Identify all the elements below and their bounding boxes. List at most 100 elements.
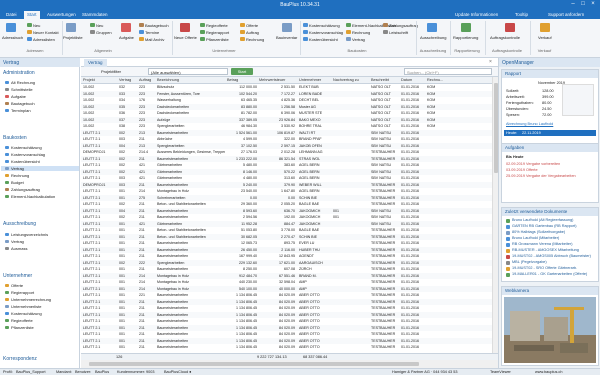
sidebar-item-leistungsverzeichnis[interactable]: Leistungsverzeichnis	[5, 232, 48, 237]
sidebar-item-rechnung[interactable]: Rechnung	[5, 173, 29, 178]
adressbuch-button[interactable]: Adressbuch	[2, 35, 23, 40]
recent-document-item[interactable]: RB Grossmann Verena (Mitarbeiter)	[512, 242, 573, 246]
sidebar-item-terminplan[interactable]: Terminplan	[5, 108, 31, 113]
sidebar-item-regierapport[interactable]: Regierapport	[5, 290, 34, 295]
termine-button[interactable]: Termine	[145, 30, 159, 35]
groups-button[interactable]: Gruppen	[96, 30, 112, 35]
column-header[interactable]: Projekt	[83, 77, 95, 84]
rechnung-baukosten-menu[interactable]: Rechnung	[352, 30, 370, 35]
regieofferte-button[interactable]: Regieofferte	[206, 23, 228, 28]
hscroll-thumb[interactable]	[89, 362, 419, 366]
column-header[interactable]: Beschreibt	[371, 77, 389, 84]
new-contact-button[interactable]: Neuer Kontakt	[33, 30, 59, 35]
vertrag-button[interactable]: Vertrag	[352, 37, 365, 42]
sidebar-item-vertrag-ausschreibung[interactable]: Vertrag	[5, 239, 24, 244]
verkauf-menu[interactable]: Verkauf	[538, 35, 552, 40]
column-header[interactable]: Nachvertrag zu	[333, 77, 359, 84]
pflanzenliste-button[interactable]: Pflanzenliste	[206, 37, 229, 42]
sidebar-section-ausschreibung[interactable]: Ausschreibung	[3, 221, 36, 227]
recent-document-item[interactable]: 80% Halbtags (Sollzeitvorgabe)	[512, 230, 565, 234]
update-info-link[interactable]: Update Informationen	[455, 12, 498, 17]
mail-archiv-button[interactable]: Mail Archiv	[145, 37, 164, 42]
column-header[interactable]: Mehrwertsteuer	[259, 77, 285, 84]
support-request-link[interactable]: Support anfordern	[548, 12, 584, 17]
horizontal-scrollbar[interactable]	[81, 360, 498, 368]
sidebar-item-kostenuebersicht[interactable]: Kostenübersicht	[5, 159, 40, 164]
rapportierung-menu[interactable]: Rapportierung	[453, 35, 478, 40]
cloud-status[interactable]: BauPlusCloud ●	[164, 370, 191, 374]
recent-document-item[interactable]: GARTEN RB Gartenbau (RB Rapport)	[512, 224, 577, 228]
website-link[interactable]: www.bauplus.ch	[535, 370, 562, 374]
teamviewer-link[interactable]: TeamViewer	[490, 370, 511, 374]
tab-vertrag[interactable]: Vertrag	[84, 59, 107, 67]
minimize-icon[interactable]: –	[568, 1, 578, 7]
maximize-icon[interactable]: □	[578, 1, 588, 7]
sidebar-section-administration[interactable]: Administration	[3, 70, 35, 76]
sidebar-item-kostenschaetzung[interactable]: Kostenschätzung	[5, 145, 42, 150]
tooltip-toggle[interactable]: Tooltip	[515, 12, 528, 17]
sidebar-item-kostenschaetzung-u[interactable]: Kostenschätzung	[5, 311, 42, 316]
sidebar-item-pflanzenliste[interactable]: Pflanzenliste	[5, 325, 34, 330]
tab-stammdaten[interactable]: Stammdaten	[79, 11, 111, 19]
tab-start[interactable]: Start	[24, 11, 40, 19]
sidebar-item-vertrag[interactable]: Vertrag	[1, 166, 79, 171]
column-header[interactable]: Bezeichnung	[157, 77, 179, 84]
project-filter-select[interactable]: (Alle auswählen)	[148, 68, 228, 75]
bauinventar-button[interactable]: Bauinventar	[276, 35, 297, 40]
kostenschaetzung-button[interactable]: Kostenschätzung	[309, 23, 340, 28]
recent-document-item[interactable]: RB-MUSTER - AMGOSEX Mitarbeitung	[512, 248, 579, 252]
offerte-button[interactable]: Offerte	[246, 23, 258, 28]
sidebar-item-offerte[interactable]: Offerte	[5, 283, 23, 288]
kostenvoranschlag-button[interactable]: Kostenvoranschlag	[309, 30, 343, 35]
column-header[interactable]: Datum	[401, 77, 412, 84]
auftrag-button[interactable]: Auftrag	[246, 30, 259, 35]
new-project-button[interactable]: Neu	[96, 23, 103, 28]
tab-auswertungen[interactable]: Auswertungen	[44, 11, 79, 19]
close-icon[interactable]: ×	[588, 1, 598, 7]
zahlungsauftrag-button[interactable]: Zahlungsauftrag	[389, 23, 418, 28]
close-tab-icon[interactable]: ×	[489, 59, 492, 65]
sidebar-item-ausmass[interactable]: Ausmass	[5, 246, 27, 251]
sidebar-section-unternehmer[interactable]: Unternehmer	[3, 273, 32, 279]
aufgabe-button[interactable]: Aufgabe	[119, 35, 134, 40]
sidebar-item-unternehmerrechnung[interactable]: Unternehmerrechnung	[5, 297, 51, 302]
regierapport-button[interactable]: Regierapport	[206, 30, 229, 35]
sidebar-section-baukosten[interactable]: Baukosten	[3, 135, 27, 141]
sidebar-item-alt-rechnung[interactable]: Alt Rechnung	[5, 80, 35, 85]
recent-document-item[interactable]: 19-MUST02 - AMGS005 Abbruch (Baumeister)	[512, 254, 591, 258]
sidebar-item-regieofferte[interactable]: Regieofferte	[5, 318, 33, 323]
rechnung-menu[interactable]: Rechnung	[246, 37, 264, 42]
sidebar-item-unternehmerliste[interactable]: Unternehmerliste	[5, 304, 41, 309]
sidebar-item-budget[interactable]: Budget	[5, 180, 24, 185]
column-header[interactable]: Unternehmer	[299, 77, 321, 84]
address-lists-button[interactable]: Adresslisten	[33, 37, 55, 42]
column-header[interactable]: Auftrag	[139, 77, 151, 84]
start-button[interactable]: Start	[231, 68, 253, 75]
column-header[interactable]: Betrag	[227, 77, 238, 84]
recent-document-item[interactable]: 19-MUST02 - SRO Offerte Gärtnerarb.	[512, 266, 577, 270]
sidebar-section-korrespondenz[interactable]: Korrespondenz	[3, 356, 37, 362]
sidebar-item-zahlungsauftrag[interactable]: Zahlungsauftrag	[5, 187, 40, 192]
recent-document-item[interactable]: 19-MALLER01 - GK Gartenarbeiten (Offerte…	[512, 272, 587, 276]
column-header[interactable]: Rechnu...	[427, 77, 443, 84]
column-header[interactable]: Vertrag	[119, 77, 131, 84]
new-address-button[interactable]: Neu	[33, 23, 40, 28]
kostenuebersicht-button[interactable]: Kostenübersicht	[309, 37, 338, 42]
recent-document-item[interactable]: Bruno Laufhold (Mitarbeiter)	[512, 236, 559, 240]
recent-document-item[interactable]: MBL (Pegelvorgabe)	[512, 260, 547, 264]
search-input[interactable]: Suchen... (Ctrl+F)	[404, 68, 492, 75]
projektliste-button[interactable]: Projektliste	[63, 35, 83, 40]
task-item[interactable]: 02.09.2019 Vergabe vorbereiten	[506, 162, 560, 166]
recent-document-item[interactable]: Bruno Laufhold (Alt Regieerfassung)	[512, 218, 573, 222]
sidebar-item-aufgabe[interactable]: Aufgabe	[5, 94, 26, 99]
task-item[interactable]: 03.09.2019 Offerte	[506, 168, 538, 172]
sidebar-item-element-nachkalkulation[interactable]: Element-Nachkalkulation	[5, 194, 55, 199]
ausschreibung-menu[interactable]: Ausschreibung	[420, 35, 446, 40]
sidebar-item-bautagebuch[interactable]: Bautagebuch	[5, 101, 35, 106]
task-item[interactable]: 25.09.2019 Vergabe der Vergabearbeiten	[506, 174, 576, 178]
auftragskontrolle-menu[interactable]: Auftragskontrolle	[490, 35, 520, 40]
sidebar-item-kostenvoranschlag[interactable]: Kostenvoranschlag	[5, 152, 45, 157]
leistschrift-button[interactable]: Leistschrift	[389, 30, 408, 35]
table-row[interactable]: LEUTT 2.1 001 211 Baumeisterarbeiten 1 134 8…	[81, 344, 492, 351]
neue-offerte-button[interactable]: Neue Offerte	[174, 35, 197, 40]
